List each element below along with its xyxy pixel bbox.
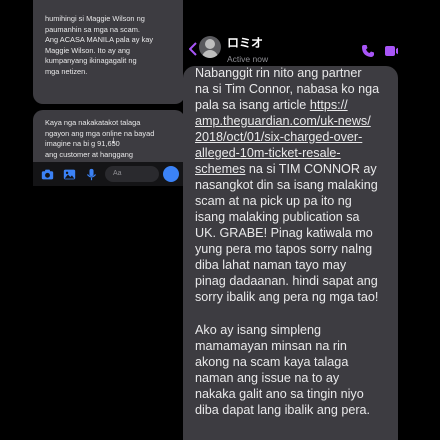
chat-panel: ロミオ Active now Nabanggit rin nito ang pa…	[183, 0, 398, 440]
message-text: humihingi si Maggie Wilson ng paumanhin …	[45, 14, 154, 76]
message-input[interactable]: Aa	[105, 166, 159, 182]
message-bubble: Nabanggit rin nito ang partner na si Tim…	[183, 66, 398, 440]
message-text-segment: na si TIM CONNOR ay nasangkot din sa isa…	[195, 162, 379, 304]
emoji-icon[interactable]	[163, 166, 179, 182]
contact-name[interactable]: ロミオ	[227, 37, 263, 50]
message-text-segment: Nabanggit rin nito ang partner na si Tim…	[195, 66, 380, 112]
message-text: Ako ay isang simpleng mamamayan minsan n…	[195, 323, 371, 417]
message-text: Nabanggit rin nito ang partner na si Tim…	[195, 66, 395, 305]
photo-icon[interactable]	[61, 166, 77, 182]
avatar[interactable]	[199, 36, 221, 58]
message-bubble: humihingi si Maggie Wilson ng paumanhin …	[33, 0, 185, 104]
contact-status: Active now	[227, 54, 269, 64]
back-icon[interactable]	[189, 42, 197, 56]
message-composer: Aa	[33, 162, 185, 186]
scroll-down-icon[interactable]: ↓	[111, 136, 116, 146]
video-call-icon[interactable]	[385, 44, 398, 58]
phone-call-icon[interactable]	[361, 44, 375, 58]
microphone-icon[interactable]	[83, 166, 99, 182]
left-screenshot-panel: humihingi si Maggie Wilson ng paumanhin …	[33, 0, 185, 186]
message-bubble: Kaya nga nakakatakot talaga ngayon ang m…	[33, 110, 185, 162]
camera-icon[interactable]	[39, 166, 55, 182]
chat-header: ロミオ Active now	[183, 0, 398, 70]
